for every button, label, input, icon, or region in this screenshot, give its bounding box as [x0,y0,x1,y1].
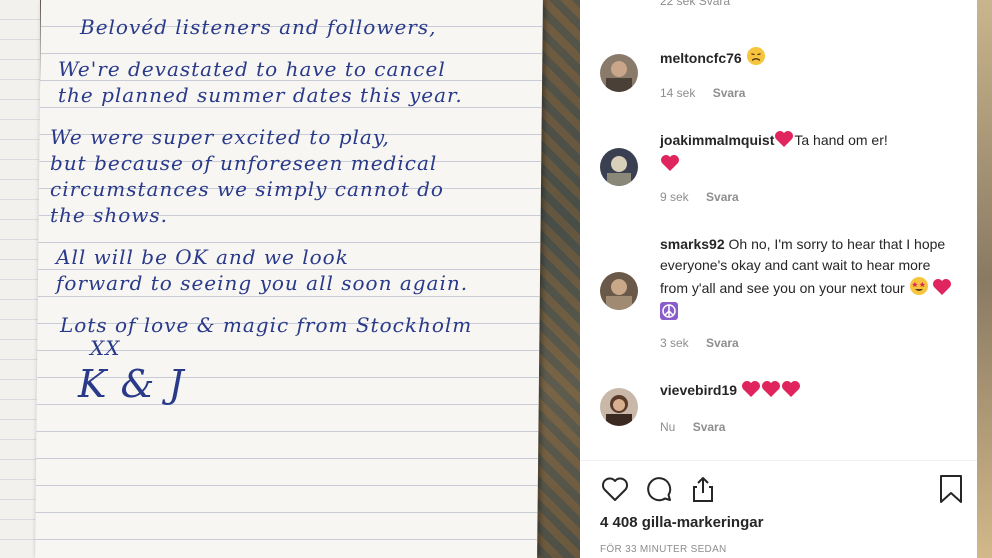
star-struck-icon [909,276,929,302]
red-heart-icon [741,380,761,404]
note-paragraph-3: All will be OK and we look forward to se… [56,245,469,295]
comment-age: Nu [660,420,676,434]
note-greeting: Belovéd listeners and followers, [80,15,437,39]
note-kisses: XX [90,336,121,360]
post-photo: Belovéd listeners and followers, We're d… [0,0,580,558]
comment-age: 14 sek [660,86,696,100]
red-heart-icon [774,130,794,154]
red-heart-icon [660,154,680,178]
reply-button[interactable]: Svara [693,420,726,434]
action-bar [598,474,968,504]
note-paragraph-2: We were super excited to play, but becau… [50,125,444,227]
share-button[interactable] [688,474,718,504]
comment-username[interactable]: vievebird19 [660,382,737,398]
comment-list[interactable]: 22 sek Svara meltoncfc76 14 sek Svara jo… [580,0,977,460]
comment-message: Ta hand om er! [794,132,888,148]
like-button[interactable] [600,474,630,504]
comment-text: smarks92 Oh no, I'm sorry to hear that I… [660,234,960,326]
handwritten-note: Belovéd listeners and followers, We're d… [50,14,530,406]
share-icon [693,477,713,502]
comment-age: 9 sek [660,190,689,204]
post-timestamp: FÖR 33 MINUTER SEDAN [600,544,727,555]
avatar[interactable] [600,388,638,426]
background-edge [977,0,992,558]
bookmark-icon [940,475,962,503]
reply-button[interactable]: Svara [706,336,739,350]
comments-panel: 22 sek Svara meltoncfc76 14 sek Svara jo… [580,0,977,558]
comment-text: joakimmalmquist Ta hand om er! [660,130,960,178]
reply-button[interactable]: Svara [713,86,746,100]
notebook-page-edge [0,0,40,558]
heart-outline-icon [602,477,628,501]
avatar[interactable] [600,54,638,92]
comment-meta: 14 sek Svara [660,86,759,100]
note-signature: K & J [78,362,185,406]
comment-button[interactable] [644,474,674,504]
avatar[interactable] [600,148,638,186]
divider [580,460,977,461]
like-count[interactable]: 4 408 gilla-markeringar [600,514,763,531]
comment-username[interactable]: joakimmalmquist [660,132,774,148]
previous-comment-meta: 22 sek Svara [660,0,731,8]
peace-symbol-icon [660,302,678,326]
comment-username[interactable]: smarks92 [660,236,725,252]
reply-button[interactable]: Svara [706,190,739,204]
comment-meta: 9 sek Svara [660,190,753,204]
note-paragraph-1: We're devastated to have to cancel the p… [58,57,463,107]
note-paragraph-4: Lots of love & magic from Stockholm [60,313,473,337]
comment-meta: 3 sek Svara [660,336,753,350]
avatar[interactable] [600,272,638,310]
comment-bubble-icon [647,477,672,502]
red-heart-icon [781,380,801,404]
red-heart-icon [761,380,781,404]
disappointed-face-icon [746,46,766,72]
comment-username[interactable]: meltoncfc76 [660,50,742,66]
comment-text: meltoncfc76 [660,46,960,72]
save-button[interactable] [936,474,966,504]
comment-age: 3 sek [660,336,689,350]
comment-text: vievebird19 [660,380,960,404]
comment-meta: Nu Svara [660,420,739,434]
red-heart-icon [932,278,952,302]
